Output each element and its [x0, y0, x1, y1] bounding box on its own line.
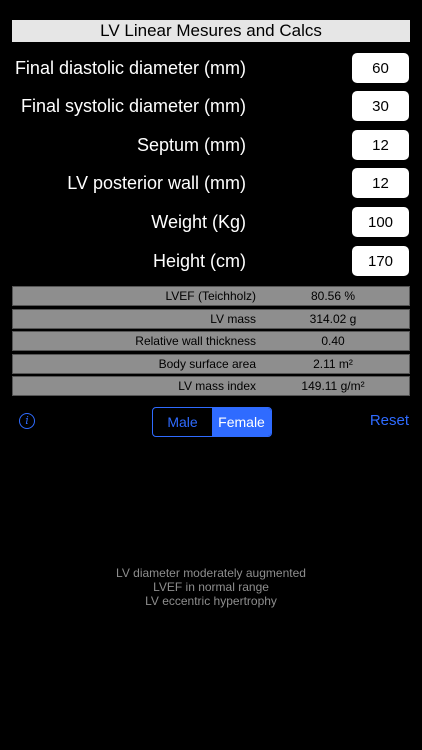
result-row-lv-mass-index: LV mass index 149.11 g/m² — [12, 376, 410, 396]
sex-option-female[interactable]: Female — [212, 408, 271, 436]
field-label: Height (cm) — [152, 251, 246, 271]
lv-posterior-wall-input[interactable] — [352, 168, 409, 198]
result-value: 80.56 % — [310, 289, 356, 303]
field-weight: Weight (Kg) — [0, 206, 422, 238]
message-line: LVEF in normal range — [153, 580, 269, 594]
result-value: 2.11 m² — [313, 356, 353, 371]
result-row-body-surface-area: Body surface area 2.11 m² — [12, 353, 410, 374]
height-input[interactable] — [352, 246, 409, 276]
field-final-systolic-diameter: Final systolic diameter (mm) — [0, 90, 422, 122]
result-row-lv-mass: LV mass 314.02 g — [12, 308, 410, 329]
septum-input[interactable] — [352, 130, 409, 160]
field-final-diastolic-diameter: Final diastolic diameter (mm) — [0, 52, 422, 84]
page-title: LV Linear Mesures and Calcs — [12, 20, 410, 42]
result-label: Relative wall thickness — [135, 334, 256, 348]
result-row-lvef: LVEF (Teichholz) 80.56 % — [12, 286, 410, 306]
result-value: 0.40 — [321, 334, 345, 348]
interpretation-messages: LV diameter moderately augmented LVEF in… — [0, 566, 422, 608]
sex-option-male[interactable]: Male — [153, 408, 212, 436]
result-label: LV mass index — [178, 379, 256, 393]
field-label: LV posterior wall (mm) — [67, 173, 246, 193]
result-label: Body surface area — [158, 356, 256, 371]
result-value: 149.11 g/m² — [301, 379, 365, 393]
field-label: Final diastolic diameter (mm) — [14, 58, 246, 78]
weight-input[interactable] — [352, 207, 409, 237]
result-value: 314.02 g — [309, 311, 357, 326]
message-line: LV diameter moderately augmented — [116, 566, 306, 580]
field-label: Final systolic diameter (mm) — [20, 96, 246, 116]
results-table: LVEF (Teichholz) 80.56 % LV mass 314.02 … — [12, 286, 410, 399]
info-icon[interactable]: i — [19, 413, 35, 429]
sex-segmented-control: Male Female — [152, 407, 272, 437]
message-line: LV eccentric hypertrophy — [145, 594, 277, 608]
field-septum: Septum (mm) — [0, 129, 422, 161]
calculator-screen: LV Linear Mesures and Calcs Final diasto… — [0, 0, 422, 750]
final-diastolic-diameter-input[interactable] — [352, 53, 409, 83]
result-label: LV mass — [210, 311, 256, 326]
result-row-relative-wall-thickness: Relative wall thickness 0.40 — [12, 331, 410, 351]
field-lv-posterior-wall: LV posterior wall (mm) — [0, 167, 422, 199]
field-height: Height (cm) — [0, 245, 422, 277]
final-systolic-diameter-input[interactable] — [352, 91, 409, 121]
reset-button[interactable]: Reset — [370, 412, 409, 429]
result-label: LVEF (Teichholz) — [165, 289, 256, 303]
field-label: Septum (mm) — [136, 135, 246, 155]
field-label: Weight (Kg) — [151, 212, 246, 232]
